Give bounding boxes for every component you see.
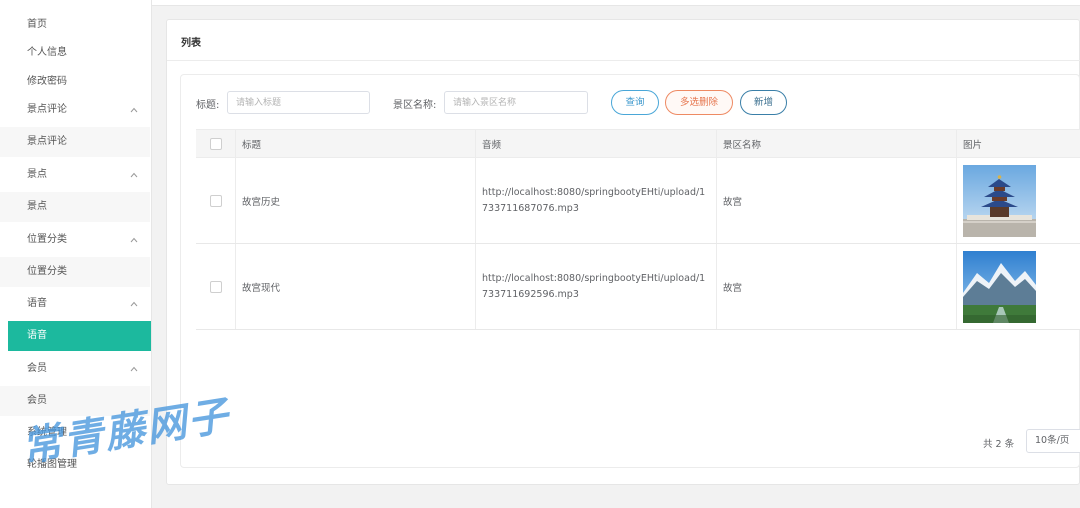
chevron-up-icon: [130, 160, 138, 192]
cell-title: 故宫历史: [236, 158, 476, 243]
sidebar-item-location[interactable]: 位置分类: [0, 257, 150, 287]
table-header: 标题 音频 景区名称 图片: [196, 129, 1080, 158]
title-filter-label: 标题:: [196, 100, 220, 111]
sidebar-item-label: 景点评论: [27, 104, 67, 115]
sidebar-item-profile[interactable]: 个人信息: [0, 38, 150, 68]
sidebar-item-voice[interactable]: 语音: [8, 321, 151, 351]
query-button[interactable]: 查询: [611, 90, 659, 115]
cell-title: 故宫现代: [236, 244, 476, 329]
sidebar-item-scenic[interactable]: 景点: [0, 192, 150, 222]
header-audio: 音频: [476, 130, 717, 157]
sidebar-item-label: 首页: [27, 19, 47, 30]
sidebar-item-label: 个人信息: [27, 47, 67, 58]
row-checkbox-cell: [196, 244, 236, 329]
sidebar-item-label: 修改密码: [27, 76, 67, 87]
sidebar-group-comments[interactable]: 景点评论: [0, 95, 150, 125]
pagoda-photo[interactable]: [963, 164, 1036, 237]
header-scenic: 景区名称: [717, 130, 957, 157]
sidebar-item-label: 语音: [27, 298, 47, 309]
cell-scenic: 故宫: [717, 158, 957, 243]
cell-image: [957, 244, 1080, 329]
card-title: 列表: [181, 38, 201, 49]
row-checkbox[interactable]: [210, 280, 222, 293]
select-all-checkbox[interactable]: [210, 137, 222, 150]
sidebar-group-voice[interactable]: 语音: [0, 289, 150, 319]
sidebar-item-label: 会员: [27, 395, 47, 406]
scenic-search-input[interactable]: [444, 91, 588, 114]
cell-audio: http://localhost:8080/springbootyEHti/up…: [476, 158, 717, 243]
sidebar-item-home[interactable]: 首页: [0, 10, 150, 40]
sidebar-item-label: 会员: [27, 363, 47, 374]
cell-scenic: 故宫: [717, 244, 957, 329]
table-row[interactable]: 故宫现代 http://localhost:8080/springbootyEH…: [196, 244, 1080, 330]
sidebar-item-label: 语音: [27, 330, 47, 341]
title-search-input[interactable]: [227, 91, 370, 114]
sidebar-item-label: 位置分类: [27, 266, 67, 277]
divider: [167, 60, 1080, 61]
chevron-up-icon: [130, 95, 138, 127]
top-bar: [152, 0, 1080, 6]
chevron-up-icon: [130, 354, 138, 386]
sidebar-item-comments[interactable]: 景点评论: [0, 127, 150, 157]
sidebar-item-label: 景点评论: [27, 136, 67, 147]
sidebar-item-label: 位置分类: [27, 234, 67, 245]
pagination-total: 共 2 条: [983, 439, 1015, 450]
chevron-up-icon: [130, 225, 138, 257]
header-title: 标题: [236, 130, 476, 157]
sidebar-group-location[interactable]: 位置分类: [0, 225, 150, 255]
sidebar-item-label: 景点: [27, 169, 47, 180]
table-row[interactable]: 故宫历史 http://localhost:8080/springbootyEH…: [196, 158, 1080, 244]
row-checkbox[interactable]: [210, 194, 222, 207]
sidebar-item-label: 景点: [27, 201, 47, 212]
batch-delete-button[interactable]: 多选删除: [665, 90, 733, 115]
row-checkbox-cell: [196, 158, 236, 243]
add-button[interactable]: 新增: [740, 90, 787, 115]
sidebar-group-member[interactable]: 会员: [0, 354, 150, 384]
sidebar-item-change-password[interactable]: 修改密码: [0, 67, 150, 97]
sidebar-group-scenic[interactable]: 景点: [0, 160, 150, 190]
cell-image: [957, 158, 1080, 243]
mountain-photo[interactable]: [963, 250, 1036, 323]
header-image: 图片: [963, 139, 983, 151]
chevron-up-icon: [130, 289, 138, 321]
scenic-filter-label: 景区名称:: [393, 100, 437, 111]
header-checkbox-cell: [196, 130, 236, 157]
page-size-select[interactable]: 10条/页: [1026, 429, 1080, 453]
cell-audio: http://localhost:8080/springbootyEHti/up…: [476, 244, 717, 329]
